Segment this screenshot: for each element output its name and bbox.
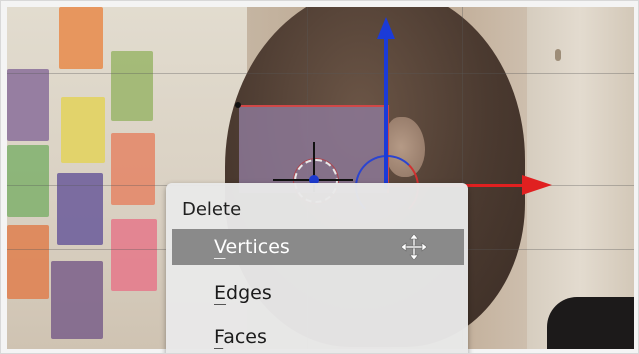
menu-item-faces[interactable]: Faces (172, 319, 464, 353)
delete-menu: Delete Vertices Edges Faces (166, 183, 468, 353)
move-cursor-icon (401, 234, 427, 260)
menu-item-edges[interactable]: Edges (172, 275, 464, 311)
sticky-note (111, 219, 157, 291)
sticky-note (7, 69, 49, 141)
z-axis-arrow[interactable] (384, 33, 388, 189)
person-shoulder (547, 297, 634, 349)
app-window: Delete Vertices Edges Faces (0, 0, 639, 354)
menu-item-mnemonic: V (214, 236, 226, 258)
sticky-note (7, 145, 49, 217)
sticky-note (57, 173, 103, 245)
sticky-note (51, 261, 103, 339)
sticky-note (61, 97, 105, 163)
x-axis-arrowhead[interactable] (522, 175, 552, 195)
sticky-note (111, 133, 155, 205)
mesh-vertex[interactable] (235, 102, 241, 108)
menu-item-vertices[interactable]: Vertices (172, 229, 464, 265)
sticky-note (7, 225, 49, 299)
sticky-note (59, 7, 103, 69)
menu-item-mnemonic: F (214, 326, 224, 348)
z-axis-arrowhead[interactable] (377, 17, 395, 39)
grid-line (7, 73, 634, 74)
menu-item-label: aces (223, 326, 267, 348)
sticky-note (111, 51, 153, 121)
menu-item-label: ertices (225, 236, 290, 258)
door-knob (555, 49, 561, 61)
menu-title: Delete (182, 199, 242, 220)
menu-item-label: dges (226, 282, 272, 304)
menu-item-mnemonic: E (214, 282, 227, 304)
